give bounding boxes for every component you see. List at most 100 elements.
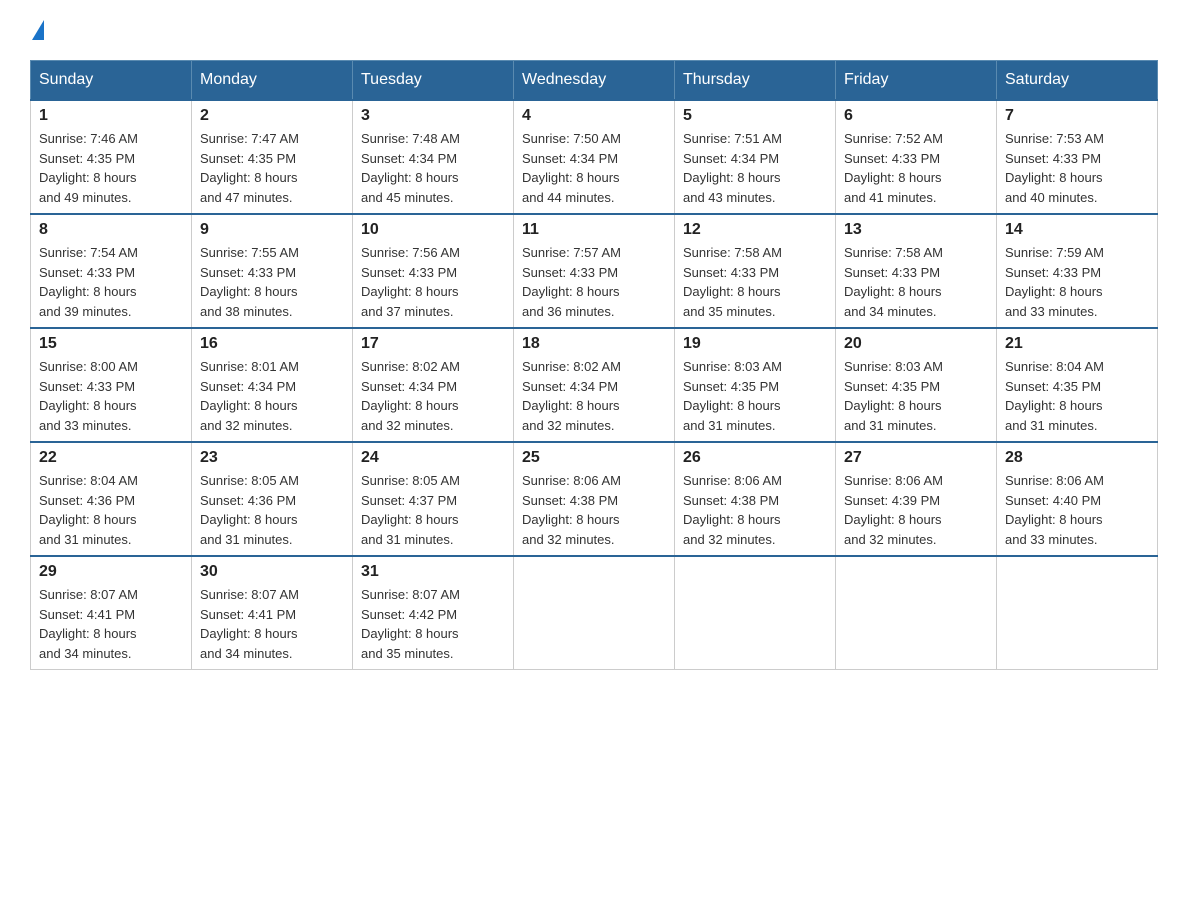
day-number: 19 xyxy=(683,335,827,353)
day-number: 14 xyxy=(1005,221,1149,239)
column-header-wednesday: Wednesday xyxy=(514,61,675,101)
calendar-table: SundayMondayTuesdayWednesdayThursdayFrid… xyxy=(30,60,1158,670)
day-info: Sunrise: 8:05 AM Sunset: 4:36 PM Dayligh… xyxy=(200,471,344,549)
calendar-cell: 21 Sunrise: 8:04 AM Sunset: 4:35 PM Dayl… xyxy=(997,328,1158,442)
calendar-cell: 9 Sunrise: 7:55 AM Sunset: 4:33 PM Dayli… xyxy=(192,214,353,328)
day-number: 17 xyxy=(361,335,505,353)
column-header-sunday: Sunday xyxy=(31,61,192,101)
day-info: Sunrise: 7:58 AM Sunset: 4:33 PM Dayligh… xyxy=(844,243,988,321)
calendar-cell: 28 Sunrise: 8:06 AM Sunset: 4:40 PM Dayl… xyxy=(997,442,1158,556)
day-info: Sunrise: 8:02 AM Sunset: 4:34 PM Dayligh… xyxy=(522,357,666,435)
calendar-cell: 10 Sunrise: 7:56 AM Sunset: 4:33 PM Dayl… xyxy=(353,214,514,328)
calendar-cell: 16 Sunrise: 8:01 AM Sunset: 4:34 PM Dayl… xyxy=(192,328,353,442)
calendar-cell: 25 Sunrise: 8:06 AM Sunset: 4:38 PM Dayl… xyxy=(514,442,675,556)
day-info: Sunrise: 7:58 AM Sunset: 4:33 PM Dayligh… xyxy=(683,243,827,321)
day-number: 30 xyxy=(200,563,344,581)
day-info: Sunrise: 8:02 AM Sunset: 4:34 PM Dayligh… xyxy=(361,357,505,435)
calendar-cell: 31 Sunrise: 8:07 AM Sunset: 4:42 PM Dayl… xyxy=(353,556,514,670)
calendar-cell: 22 Sunrise: 8:04 AM Sunset: 4:36 PM Dayl… xyxy=(31,442,192,556)
day-info: Sunrise: 7:57 AM Sunset: 4:33 PM Dayligh… xyxy=(522,243,666,321)
day-info: Sunrise: 8:03 AM Sunset: 4:35 PM Dayligh… xyxy=(683,357,827,435)
day-info: Sunrise: 7:54 AM Sunset: 4:33 PM Dayligh… xyxy=(39,243,183,321)
day-info: Sunrise: 7:48 AM Sunset: 4:34 PM Dayligh… xyxy=(361,129,505,207)
day-number: 28 xyxy=(1005,449,1149,467)
calendar-cell: 11 Sunrise: 7:57 AM Sunset: 4:33 PM Dayl… xyxy=(514,214,675,328)
day-number: 29 xyxy=(39,563,183,581)
day-number: 26 xyxy=(683,449,827,467)
column-header-thursday: Thursday xyxy=(675,61,836,101)
day-number: 2 xyxy=(200,107,344,125)
calendar-cell xyxy=(836,556,997,670)
day-number: 6 xyxy=(844,107,988,125)
day-number: 7 xyxy=(1005,107,1149,125)
calendar-cell: 19 Sunrise: 8:03 AM Sunset: 4:35 PM Dayl… xyxy=(675,328,836,442)
calendar-cell: 4 Sunrise: 7:50 AM Sunset: 4:34 PM Dayli… xyxy=(514,100,675,214)
week-row-4: 22 Sunrise: 8:04 AM Sunset: 4:36 PM Dayl… xyxy=(31,442,1158,556)
calendar-cell: 13 Sunrise: 7:58 AM Sunset: 4:33 PM Dayl… xyxy=(836,214,997,328)
day-number: 1 xyxy=(39,107,183,125)
calendar-header-row: SundayMondayTuesdayWednesdayThursdayFrid… xyxy=(31,61,1158,101)
day-info: Sunrise: 8:06 AM Sunset: 4:38 PM Dayligh… xyxy=(683,471,827,549)
column-header-friday: Friday xyxy=(836,61,997,101)
day-info: Sunrise: 8:05 AM Sunset: 4:37 PM Dayligh… xyxy=(361,471,505,549)
day-number: 5 xyxy=(683,107,827,125)
calendar-cell: 30 Sunrise: 8:07 AM Sunset: 4:41 PM Dayl… xyxy=(192,556,353,670)
calendar-cell: 17 Sunrise: 8:02 AM Sunset: 4:34 PM Dayl… xyxy=(353,328,514,442)
calendar-cell: 2 Sunrise: 7:47 AM Sunset: 4:35 PM Dayli… xyxy=(192,100,353,214)
calendar-cell: 14 Sunrise: 7:59 AM Sunset: 4:33 PM Dayl… xyxy=(997,214,1158,328)
calendar-cell: 27 Sunrise: 8:06 AM Sunset: 4:39 PM Dayl… xyxy=(836,442,997,556)
calendar-cell: 7 Sunrise: 7:53 AM Sunset: 4:33 PM Dayli… xyxy=(997,100,1158,214)
day-number: 9 xyxy=(200,221,344,239)
day-info: Sunrise: 8:06 AM Sunset: 4:38 PM Dayligh… xyxy=(522,471,666,549)
day-number: 27 xyxy=(844,449,988,467)
calendar-cell: 6 Sunrise: 7:52 AM Sunset: 4:33 PM Dayli… xyxy=(836,100,997,214)
calendar-cell: 12 Sunrise: 7:58 AM Sunset: 4:33 PM Dayl… xyxy=(675,214,836,328)
day-number: 24 xyxy=(361,449,505,467)
week-row-1: 1 Sunrise: 7:46 AM Sunset: 4:35 PM Dayli… xyxy=(31,100,1158,214)
day-info: Sunrise: 7:53 AM Sunset: 4:33 PM Dayligh… xyxy=(1005,129,1149,207)
week-row-2: 8 Sunrise: 7:54 AM Sunset: 4:33 PM Dayli… xyxy=(31,214,1158,328)
day-info: Sunrise: 8:06 AM Sunset: 4:39 PM Dayligh… xyxy=(844,471,988,549)
day-number: 20 xyxy=(844,335,988,353)
day-info: Sunrise: 8:06 AM Sunset: 4:40 PM Dayligh… xyxy=(1005,471,1149,549)
calendar-cell: 15 Sunrise: 8:00 AM Sunset: 4:33 PM Dayl… xyxy=(31,328,192,442)
calendar-cell: 8 Sunrise: 7:54 AM Sunset: 4:33 PM Dayli… xyxy=(31,214,192,328)
day-info: Sunrise: 8:04 AM Sunset: 4:35 PM Dayligh… xyxy=(1005,357,1149,435)
calendar-cell xyxy=(675,556,836,670)
day-number: 23 xyxy=(200,449,344,467)
day-info: Sunrise: 8:07 AM Sunset: 4:41 PM Dayligh… xyxy=(200,585,344,663)
day-number: 12 xyxy=(683,221,827,239)
day-info: Sunrise: 7:55 AM Sunset: 4:33 PM Dayligh… xyxy=(200,243,344,321)
day-number: 3 xyxy=(361,107,505,125)
calendar-cell: 5 Sunrise: 7:51 AM Sunset: 4:34 PM Dayli… xyxy=(675,100,836,214)
day-info: Sunrise: 8:01 AM Sunset: 4:34 PM Dayligh… xyxy=(200,357,344,435)
day-info: Sunrise: 8:00 AM Sunset: 4:33 PM Dayligh… xyxy=(39,357,183,435)
day-number: 18 xyxy=(522,335,666,353)
day-info: Sunrise: 7:56 AM Sunset: 4:33 PM Dayligh… xyxy=(361,243,505,321)
column-header-monday: Monday xyxy=(192,61,353,101)
calendar-cell: 1 Sunrise: 7:46 AM Sunset: 4:35 PM Dayli… xyxy=(31,100,192,214)
day-number: 10 xyxy=(361,221,505,239)
day-number: 13 xyxy=(844,221,988,239)
calendar-cell: 23 Sunrise: 8:05 AM Sunset: 4:36 PM Dayl… xyxy=(192,442,353,556)
day-info: Sunrise: 7:47 AM Sunset: 4:35 PM Dayligh… xyxy=(200,129,344,207)
day-number: 16 xyxy=(200,335,344,353)
day-number: 4 xyxy=(522,107,666,125)
calendar-cell: 18 Sunrise: 8:02 AM Sunset: 4:34 PM Dayl… xyxy=(514,328,675,442)
day-number: 15 xyxy=(39,335,183,353)
day-info: Sunrise: 8:07 AM Sunset: 4:41 PM Dayligh… xyxy=(39,585,183,663)
day-number: 25 xyxy=(522,449,666,467)
day-info: Sunrise: 8:03 AM Sunset: 4:35 PM Dayligh… xyxy=(844,357,988,435)
day-number: 11 xyxy=(522,221,666,239)
calendar-cell: 3 Sunrise: 7:48 AM Sunset: 4:34 PM Dayli… xyxy=(353,100,514,214)
logo-triangle-icon xyxy=(32,20,44,40)
day-info: Sunrise: 8:07 AM Sunset: 4:42 PM Dayligh… xyxy=(361,585,505,663)
week-row-5: 29 Sunrise: 8:07 AM Sunset: 4:41 PM Dayl… xyxy=(31,556,1158,670)
day-number: 21 xyxy=(1005,335,1149,353)
calendar-cell: 26 Sunrise: 8:06 AM Sunset: 4:38 PM Dayl… xyxy=(675,442,836,556)
logo xyxy=(30,20,46,40)
day-number: 22 xyxy=(39,449,183,467)
calendar-cell xyxy=(514,556,675,670)
column-header-tuesday: Tuesday xyxy=(353,61,514,101)
calendar-cell: 29 Sunrise: 8:07 AM Sunset: 4:41 PM Dayl… xyxy=(31,556,192,670)
